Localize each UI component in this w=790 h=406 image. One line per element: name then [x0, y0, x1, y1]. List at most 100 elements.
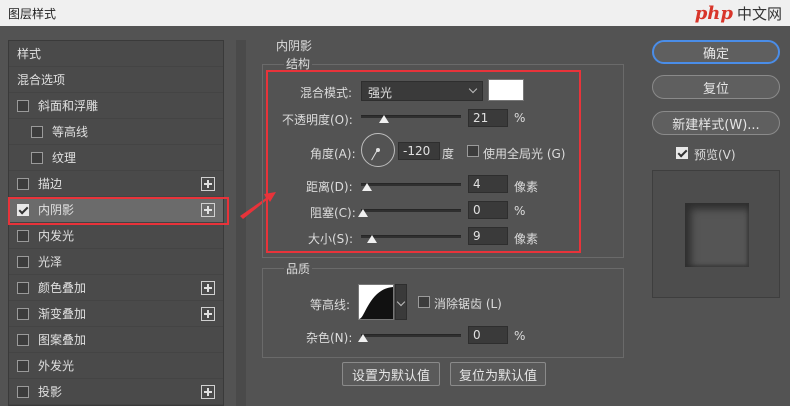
- noise-unit: %: [514, 329, 526, 343]
- contour-preview[interactable]: [358, 284, 394, 320]
- style-list-label: 样式: [17, 47, 42, 61]
- noise-input[interactable]: 0: [468, 326, 508, 344]
- distance-slider-track: [361, 183, 461, 186]
- shadow-color-swatch[interactable]: [488, 79, 524, 101]
- contour-label: 等高线:: [310, 298, 351, 312]
- style-checkbox[interactable]: [31, 151, 43, 164]
- opacity-unit: %: [514, 111, 526, 125]
- style-list-label: 颜色叠加: [38, 281, 87, 295]
- style-checkbox[interactable]: [17, 333, 29, 346]
- size-label: 大小(S):: [308, 232, 354, 246]
- style-checkbox[interactable]: [17, 99, 29, 112]
- new-style-button[interactable]: 新建样式(W)...: [652, 111, 780, 135]
- style-list-item[interactable]: 纹理: [9, 145, 223, 171]
- style-list-item[interactable]: 颜色叠加: [9, 275, 223, 301]
- add-effect-plus-icon[interactable]: [201, 177, 215, 191]
- contour-curve-icon: [359, 287, 393, 319]
- opacity-label: 不透明度(O):: [282, 113, 353, 127]
- opacity-slider-track: [361, 115, 461, 118]
- distance-unit: 像素: [514, 180, 539, 194]
- opacity-slider[interactable]: [361, 112, 461, 124]
- choke-unit: %: [514, 204, 526, 218]
- style-list-item[interactable]: 投影: [9, 379, 223, 405]
- style-list-item[interactable]: 斜面和浮雕: [9, 93, 223, 119]
- opacity-input[interactable]: 21: [468, 109, 508, 127]
- style-checkbox[interactable]: [17, 385, 29, 398]
- style-list-label: 斜面和浮雕: [38, 99, 99, 113]
- style-checkbox[interactable]: [17, 177, 29, 190]
- brand-site: 中文网: [736, 4, 782, 23]
- global-light-label: 使用全局光 (G): [483, 147, 566, 161]
- style-checkbox[interactable]: [17, 255, 29, 268]
- size-unit: 像素: [514, 232, 539, 246]
- size-slider[interactable]: [361, 232, 461, 244]
- size-slider-thumb[interactable]: [367, 235, 377, 243]
- style-list-label: 渐变叠加: [38, 307, 87, 321]
- preview-checkbox[interactable]: [676, 147, 688, 159]
- antialias-checkbox[interactable]: [418, 296, 430, 308]
- style-list-label: 等高线: [52, 125, 89, 139]
- style-list-item[interactable]: 图案叠加: [9, 327, 223, 353]
- preview-label: 预览(V): [694, 148, 736, 162]
- style-list-item[interactable]: 等高线: [9, 119, 223, 145]
- add-effect-plus-icon[interactable]: [201, 281, 215, 295]
- brand-logo: php: [694, 2, 733, 24]
- angle-input[interactable]: -120: [398, 142, 440, 160]
- style-checkbox[interactable]: [17, 229, 29, 242]
- distance-input[interactable]: 4: [468, 175, 508, 193]
- style-list-label: 投影: [38, 385, 63, 399]
- reset-button[interactable]: 复位: [652, 75, 780, 99]
- brand-watermark: php 中文网: [695, 1, 782, 25]
- style-checkbox[interactable]: [17, 307, 29, 320]
- style-list-item[interactable]: 混合选项: [9, 67, 223, 93]
- style-preview: [652, 170, 780, 298]
- distance-label: 距离(D):: [306, 180, 353, 194]
- style-list-item[interactable]: 渐变叠加: [9, 301, 223, 327]
- blend-mode-select[interactable]: 强光: [361, 81, 483, 101]
- style-list-item[interactable]: 描边: [9, 171, 223, 197]
- noise-slider-thumb[interactable]: [358, 334, 368, 342]
- angle-dial-center: [376, 148, 380, 152]
- list-scroll-strip[interactable]: [236, 40, 246, 406]
- style-list-label: 内发光: [38, 229, 75, 243]
- choke-input[interactable]: 0: [468, 201, 508, 219]
- style-list-item[interactable]: 内发光: [9, 223, 223, 249]
- style-list-item[interactable]: 光泽: [9, 249, 223, 275]
- chevron-down-icon: [468, 84, 478, 94]
- chevron-down-icon: [396, 297, 406, 307]
- set-default-button[interactable]: 设置为默认值: [342, 362, 440, 386]
- style-list-item[interactable]: 外发光: [9, 353, 223, 379]
- style-list-label: 混合选项: [17, 73, 66, 87]
- noise-slider-track: [361, 334, 461, 337]
- style-list-label: 描边: [38, 177, 63, 191]
- angle-label: 角度(A):: [310, 147, 356, 161]
- style-checkbox[interactable]: [17, 281, 29, 294]
- blend-mode-value: 强光: [368, 86, 393, 100]
- title-bar: 图层样式 php 中文网: [0, 0, 790, 26]
- choke-slider-track: [361, 209, 461, 212]
- preview-shape: [685, 203, 749, 267]
- choke-slider[interactable]: [358, 206, 461, 218]
- contour-dropdown[interactable]: [395, 284, 407, 320]
- size-input[interactable]: 9: [468, 227, 508, 245]
- ok-button[interactable]: 确定: [652, 40, 780, 64]
- distance-slider-thumb[interactable]: [362, 183, 372, 191]
- choke-slider-thumb[interactable]: [358, 209, 368, 217]
- add-effect-plus-icon[interactable]: [201, 385, 215, 399]
- add-effect-plus-icon[interactable]: [201, 307, 215, 321]
- global-light-checkbox[interactable]: [467, 145, 479, 157]
- style-checkbox[interactable]: [31, 125, 43, 138]
- reset-default-button[interactable]: 复位为默认值: [450, 362, 546, 386]
- panel-title: 内阴影: [276, 39, 313, 53]
- angle-unit: 度: [442, 147, 455, 161]
- noise-label: 杂色(N):: [306, 331, 353, 345]
- quality-title: 品质: [284, 260, 313, 277]
- distance-slider[interactable]: [361, 180, 461, 192]
- style-checkbox[interactable]: [17, 359, 29, 372]
- angle-dial[interactable]: [361, 133, 395, 167]
- style-list-item[interactable]: 样式: [9, 41, 223, 67]
- noise-slider[interactable]: [358, 331, 461, 343]
- style-list-label: 外发光: [38, 359, 75, 373]
- style-list-label: 光泽: [38, 255, 63, 269]
- opacity-slider-thumb[interactable]: [379, 115, 389, 123]
